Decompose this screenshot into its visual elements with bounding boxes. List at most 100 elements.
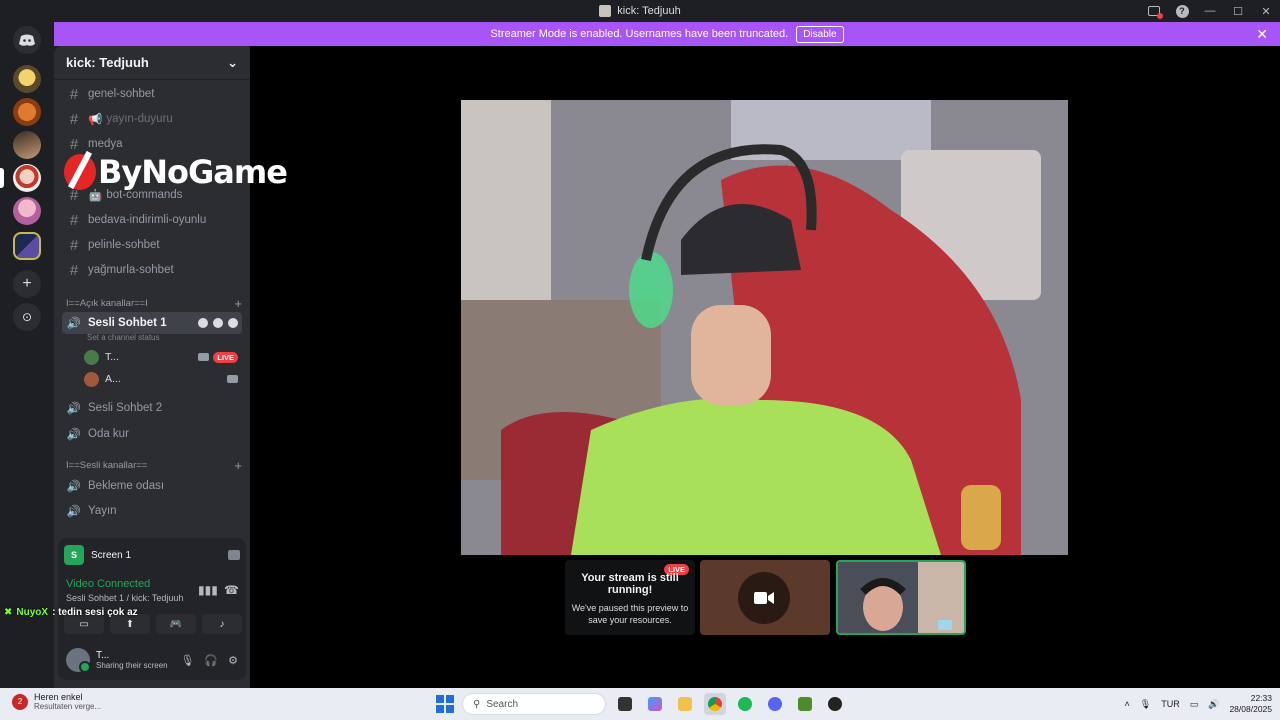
gear-icon[interactable] [228, 318, 238, 328]
chrome-icon[interactable] [704, 693, 726, 715]
megaphone-icon: 📢 [88, 114, 103, 126]
channel-pelinle-sohbet[interactable]: # pelinle-sohbet [62, 234, 242, 256]
server-favicon-icon [599, 5, 612, 17]
channel-genel-sohbet[interactable]: # genel-sohbet [62, 83, 242, 105]
noise-suppression-icon[interactable]: ▮▮▮ [198, 583, 218, 597]
invite-icon[interactable] [213, 318, 223, 328]
network-icon[interactable]: ▭ [1190, 699, 1199, 710]
copilot-icon[interactable] [644, 693, 666, 715]
voice-user-name: A... [105, 373, 121, 385]
maximize-button[interactable]: ☐ [1224, 0, 1252, 22]
taskbar-search[interactable]: ⚲ Search [462, 693, 606, 715]
streamer-mode-banner: Streamer Mode is enabled. Usernames have… [54, 22, 1280, 46]
server-icon-2[interactable] [13, 98, 41, 126]
help-icon[interactable]: ? [1168, 0, 1196, 22]
disconnect-icon[interactable]: ☎ [224, 583, 239, 597]
add-channel-icon[interactable]: + [234, 458, 242, 473]
voice-channel-yayin[interactable]: 🔊 Yayın [62, 500, 242, 522]
activities-button[interactable]: 🎮 [156, 614, 196, 634]
voice-user-name: T... [105, 351, 120, 363]
voice-location[interactable]: Sesli Sohbet 1 / kick: Tedjuuh [66, 593, 183, 603]
channel-label: Sesli Sohbet 2 [88, 402, 163, 414]
clock[interactable]: 22:33 28/08/2025 [1229, 693, 1272, 715]
minimize-button[interactable]: — [1196, 0, 1224, 22]
banner-close-icon[interactable]: ✕ [1256, 26, 1268, 43]
user-status: Sharing their screen [96, 661, 168, 670]
microphone-icon[interactable]: 🎙 [1140, 699, 1151, 710]
voice-user-1[interactable]: T... LIVE [84, 347, 238, 367]
discord-home-button[interactable] [13, 26, 41, 54]
speaker-icon: 🔊 [66, 318, 82, 330]
file-explorer-icon[interactable] [674, 693, 696, 715]
stop-streaming-icon[interactable] [228, 550, 240, 560]
channel-label: Sesli Sohbet 1 [88, 317, 167, 329]
chat-message: : tedin sesi çok az [52, 607, 138, 618]
news-widget[interactable]: 2 Heren enkel Resultaten verge... [12, 692, 101, 711]
server-icon-1[interactable] [13, 65, 41, 93]
clock-time: 22:33 [1250, 693, 1272, 703]
minecraft-icon[interactable] [794, 693, 816, 715]
obs-icon[interactable] [824, 693, 846, 715]
window-controls: ? — ☐ ✕ [1140, 0, 1280, 22]
channel-status-input[interactable]: Set a channel status [87, 333, 160, 342]
gear-icon[interactable]: ⚙ [228, 654, 238, 667]
microphone-icon[interactable]: 🎙 [180, 654, 194, 667]
self-webcam-image [838, 562, 964, 633]
paused-preview-tile[interactable]: LIVE Your stream is still running! We've… [565, 560, 695, 635]
language-indicator[interactable]: TUR [1161, 699, 1180, 709]
avatar [84, 371, 99, 387]
close-window-button[interactable]: ✕ [1252, 0, 1280, 22]
chat-icon[interactable] [198, 318, 208, 328]
voice-channel-oda-kur[interactable]: 🔊 Oda kur [62, 423, 242, 445]
channel-label: genel-sohbet [88, 88, 155, 100]
chevron-down-icon: ⌄ [227, 54, 238, 70]
server-icon-5[interactable] [13, 197, 41, 225]
kick-icon: ✖ [4, 607, 13, 618]
voice-user-2[interactable]: A... [84, 369, 238, 389]
channel-label: Oda kur [88, 428, 129, 440]
server-name: kick: Tedjuuh [66, 55, 149, 70]
windows-taskbar: 2 Heren enkel Resultaten verge... ⚲ Sear… [0, 688, 1280, 720]
speaker-icon: 🔊 [66, 429, 82, 441]
screen-share-label: Screen 1 [91, 549, 132, 561]
hash-icon: # [69, 110, 79, 128]
headphones-icon[interactable]: 🎧 [204, 654, 218, 667]
soundboard-button[interactable]: ♪ [202, 614, 242, 634]
add-server-button[interactable]: + [13, 270, 41, 298]
channel-yayin-duyuru[interactable]: # 📢 yayın-duyuru [62, 108, 242, 130]
voice-channel-bekleme-odasi[interactable]: 🔊 Bekleme odası [62, 475, 242, 497]
discord-icon[interactable] [764, 693, 786, 715]
voice-channel-sesli-sohbet-1[interactable]: 🔊 Sesli Sohbet 1 [62, 312, 242, 334]
task-view-icon[interactable] [614, 693, 636, 715]
system-tray: ˄ 🎙 TUR ▭ 🔊 22:33 28/08/2025 [1125, 692, 1272, 716]
channel-label: bedava-indirimli-oyunlu [88, 214, 207, 226]
camera-off-tile[interactable] [700, 560, 830, 635]
disable-streamer-mode-button[interactable]: Disable [796, 25, 844, 43]
hash-icon: # [69, 211, 79, 229]
avatar [84, 349, 99, 365]
server-folder-icon[interactable] [13, 232, 41, 260]
main-stream-video[interactable] [461, 100, 1068, 555]
volume-icon[interactable]: 🔊 [1208, 699, 1219, 710]
speaker-icon: 🔊 [66, 403, 82, 415]
screen-share-card[interactable]: S Screen 1 [64, 542, 240, 568]
add-channel-icon[interactable]: + [234, 296, 242, 311]
avatar[interactable] [66, 648, 91, 673]
windows-start-icon[interactable] [436, 695, 454, 713]
voice-channel-sesli-sohbet-2[interactable]: 🔊 Sesli Sohbet 2 [62, 397, 242, 419]
video-camera-icon [198, 353, 210, 361]
chevron-up-icon[interactable]: ˄ [1125, 699, 1130, 709]
stream-chat-overlay: ✖ NuyoX : tedin sesi çok az [4, 607, 138, 618]
category-open-channels[interactable]: I==Açık kanallar==I + [66, 295, 242, 311]
server-header[interactable]: kick: Tedjuuh ⌄ [54, 46, 250, 80]
inbox-icon[interactable] [1140, 0, 1168, 22]
category-voice-channels[interactable]: I==Sesli kanallar== + [66, 457, 242, 473]
self-video-tile[interactable] [836, 560, 966, 635]
spotify-icon[interactable] [734, 693, 756, 715]
server-icon-4[interactable] [13, 164, 41, 192]
discover-icon[interactable]: ⊙ [13, 303, 41, 331]
channel-bedava-indirimli-oyunlu[interactable]: # bedava-indirimli-oyunlu [62, 209, 242, 231]
video-connected-label[interactable]: Video Connected [66, 578, 150, 590]
server-icon-3[interactable] [13, 131, 41, 159]
channel-yagmurla-sohbet[interactable]: # yağmurla-sohbet [62, 259, 242, 281]
